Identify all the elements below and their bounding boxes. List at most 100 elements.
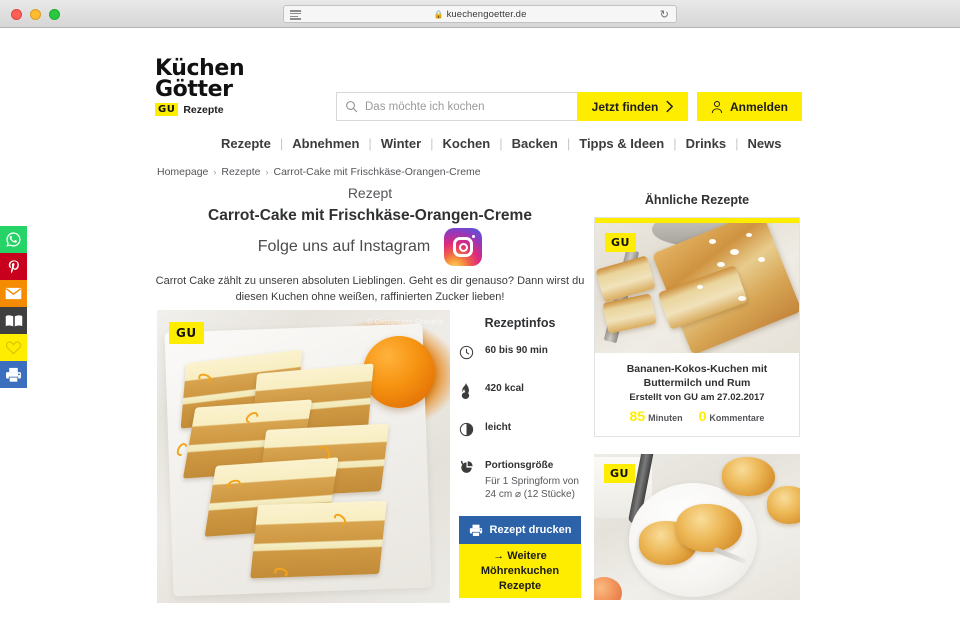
address-bar[interactable]: 🔒 kuechengoetter.de ↻: [283, 5, 677, 23]
nav-item-rezepte[interactable]: Rezepte: [155, 136, 280, 151]
difficulty-icon: [459, 421, 474, 442]
whatsapp-icon: [6, 232, 21, 247]
read-later-button[interactable]: [0, 307, 27, 334]
window-traffic-lights: [11, 9, 60, 20]
maximize-window-button[interactable]: [49, 9, 60, 20]
photo-credit: © Grossmann Schuerle: [367, 319, 444, 326]
similar-recipes-sidebar: Ähnliche Rezepte GU Bananen-Kokos-Kuchen…: [594, 193, 800, 617]
breadcrumb-separator-icon: ›: [265, 167, 269, 177]
instagram-icon[interactable]: [444, 228, 483, 266]
more-recipes-label: → Weitere Möhrenkuchen Rezepte: [480, 549, 560, 592]
breadcrumb-item-rezepte[interactable]: Rezepte: [221, 166, 260, 178]
coconut-flake: [729, 249, 739, 255]
coconut-flake: [758, 256, 766, 262]
coconut-flake: [709, 238, 717, 244]
info-row-portion: Portionsgröße Für 1 Springform von 24 cm…: [459, 459, 581, 501]
recipe-hero-image[interactable]: © Grossmann Schuerle GU: [157, 310, 450, 603]
recipe-card[interactable]: GU: [594, 454, 800, 600]
search-icon: [346, 101, 358, 113]
user-icon: [711, 100, 723, 113]
logo-line-1: Küchen: [155, 56, 245, 81]
logo-line-2: Götter: [155, 77, 233, 102]
reload-icon[interactable]: ↻: [660, 9, 669, 21]
recipe-card-image[interactable]: GU: [594, 454, 800, 600]
info-row-calories: 420 kcal: [459, 382, 581, 404]
recipe-card-meta: Erstellt von GU am 27.02.2017: [629, 392, 765, 403]
gu-badge: GU: [155, 103, 179, 116]
book-icon: [5, 314, 22, 327]
lock-icon: 🔒: [433, 9, 444, 19]
social-share-rail: [0, 226, 27, 388]
logo-sub-text: Rezepte: [183, 103, 224, 116]
printer-icon: [6, 367, 21, 383]
info-value-portion: Für 1 Springform von 24 cm ⌀ (12 Stücke): [485, 476, 579, 500]
pinterest-icon: [8, 259, 19, 273]
print-share-button[interactable]: [0, 361, 27, 388]
nav-item-tipps-ideen[interactable]: Tipps & Ideen: [570, 136, 673, 151]
nav-item-backen[interactable]: Backen: [503, 136, 567, 151]
breadcrumb: Homepage › Rezepte › Carrot-Cake mit Fri…: [157, 166, 481, 178]
fritter: [721, 456, 776, 497]
close-window-button[interactable]: [11, 9, 22, 20]
page-title: Carrot-Cake mit Frischkäse-Orangen-Creme: [208, 207, 532, 224]
search-input[interactable]: Das möchte ich kochen: [336, 92, 578, 121]
search-placeholder: Das möchte ich kochen: [365, 100, 485, 113]
gu-watermark-badge: GU: [605, 233, 636, 252]
recipe-card-title: Bananen-Kokos-Kuchen mit Buttermilch und…: [626, 363, 768, 389]
site-logo[interactable]: Küchen Götter GU Rezepte: [155, 58, 315, 116]
main-navigation: Rezepte | Abnehmen | Winter | Kochen | B…: [155, 136, 855, 151]
heart-icon: [5, 341, 22, 355]
recipe-card-comments-value: 0: [698, 408, 707, 424]
info-value-time: 60 bis 90 min: [485, 345, 548, 356]
email-share-button[interactable]: [0, 280, 27, 307]
recipe-card-body: Bananen-Kokos-Kuchen mit Buttermilch und…: [595, 353, 799, 436]
recipe-card-duration: 85 Minuten: [630, 408, 683, 426]
recipe-card-image[interactable]: GU: [595, 223, 799, 353]
login-button[interactable]: Anmelden: [697, 92, 802, 121]
recipe-header: Rezept Carrot-Cake mit Frischkäse-Orange…: [155, 183, 585, 227]
print-recipe-button[interactable]: Rezept drucken: [459, 516, 581, 544]
fritter: [676, 503, 743, 552]
nav-item-abnehmen[interactable]: Abnehmen: [283, 136, 368, 151]
nav-item-winter[interactable]: Winter: [372, 136, 430, 151]
instagram-follow-label: Folge uns auf Instagram: [257, 238, 431, 255]
recipe-card[interactable]: GU Bananen-Kokos-Kuchen mit Buttermilch …: [594, 217, 800, 437]
reader-view-icon[interactable]: [290, 10, 301, 20]
minimize-window-button[interactable]: [30, 9, 41, 20]
info-row-time: 60 bis 90 min: [459, 344, 581, 365]
info-label-portion: Portionsgröße: [485, 460, 554, 471]
instagram-lens: [458, 242, 468, 252]
nav-item-drinks[interactable]: Drinks: [677, 136, 735, 151]
recipe-info-panel: Rezeptinfos 60 bis 90 min 420 kcal leich…: [459, 316, 581, 598]
flame-icon: [459, 382, 474, 404]
url-text: kuechengoetter.de: [446, 8, 527, 20]
search-submit-label: Jetzt finden: [591, 99, 659, 114]
breadcrumb-item-homepage[interactable]: Homepage: [157, 166, 208, 178]
recipe-card-duration-value: 85: [629, 408, 646, 424]
similar-recipes-title: Ähnliche Rezepte: [644, 193, 750, 207]
logo-subline: GU Rezepte: [155, 103, 315, 116]
url-text-container: 🔒 kuechengoetter.de: [284, 9, 676, 20]
more-recipes-button[interactable]: → Weitere Möhrenkuchen Rezepte: [459, 544, 581, 598]
whatsapp-share-button[interactable]: [0, 226, 27, 253]
nav-item-kochen[interactable]: Kochen: [434, 136, 500, 151]
instagram-follow-row[interactable]: Folge uns auf Instagram: [155, 228, 585, 266]
hero-image-backdrop: [157, 310, 450, 603]
gu-watermark-badge: GU: [604, 464, 635, 483]
search-submit-button[interactable]: Jetzt finden: [578, 92, 688, 121]
browser-chrome: 🔒 kuechengoetter.de ↻: [0, 0, 960, 28]
recipe-intro-text: Carrot Cake zählt zu unseren absoluten L…: [155, 275, 585, 303]
fritter: [767, 486, 800, 525]
envelope-icon: [5, 287, 22, 300]
pinterest-share-button[interactable]: [0, 253, 27, 280]
info-row-difficulty: leicht: [459, 421, 581, 442]
favorite-button[interactable]: [0, 334, 27, 361]
page-content: Küchen Götter GU Rezepte Das möchte ich …: [0, 28, 960, 603]
recipe-info-title: Rezeptinfos: [484, 316, 556, 330]
recipe-card-stats: 85 Minuten 0 Kommentare: [602, 408, 792, 426]
clock-icon: [459, 344, 474, 365]
info-value-difficulty: leicht: [485, 422, 512, 433]
nav-item-news[interactable]: News: [738, 136, 790, 151]
instagram-ring: [453, 237, 474, 257]
recipe-kicker: Rezept: [347, 185, 393, 201]
